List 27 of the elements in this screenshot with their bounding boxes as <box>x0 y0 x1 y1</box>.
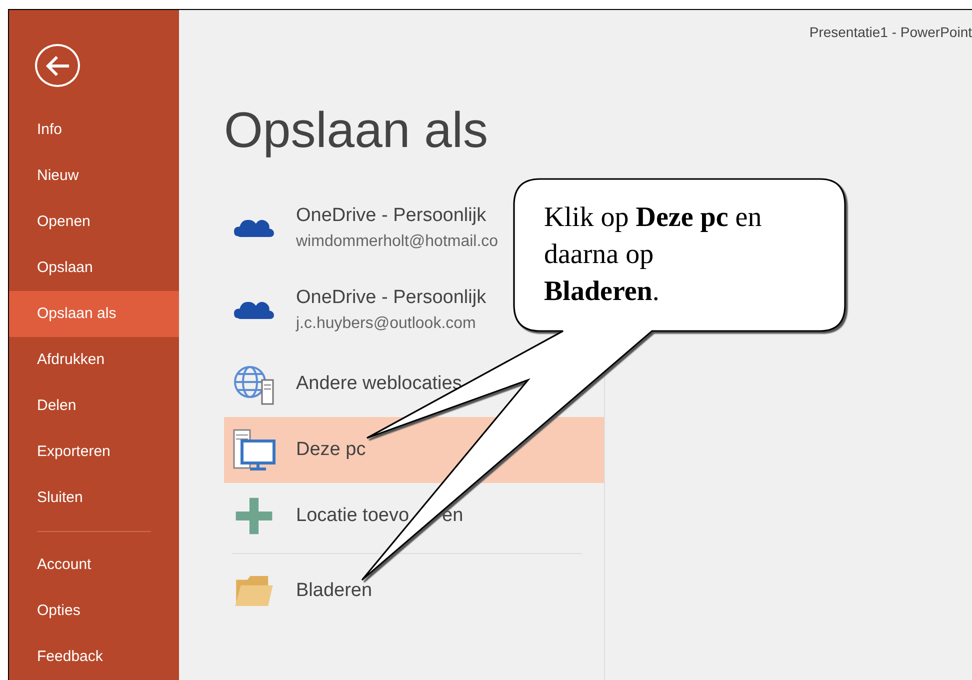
back-button[interactable] <box>35 44 80 88</box>
location-item[interactable]: OneDrive - Persoonlijk wimdommerholt@hotmail.co <box>224 187 506 269</box>
cloud-icon <box>232 218 276 238</box>
cloud-icon <box>232 300 276 320</box>
window-title: Presentatie1 - PowerPoint <box>809 23 972 42</box>
location-item[interactable]: Locatie toevo en <box>224 483 472 549</box>
menu-item[interactable]: Feedback <box>9 634 179 680</box>
menu-item[interactable]: Opslaan als <box>9 291 179 338</box>
page-title: Opslaan als <box>224 103 490 158</box>
plus-icon <box>234 496 274 536</box>
computer-icon <box>232 428 276 472</box>
menu-item[interactable]: Afdrukken <box>9 337 179 384</box>
callout-text: Klik op Deze pc en daarna op Bladeren. <box>544 201 763 309</box>
folder-icon <box>234 575 274 607</box>
menu-item[interactable]: Delen <box>9 383 179 430</box>
menu-item[interactable]: Opslaan <box>9 245 179 292</box>
menu-item[interactable]: Openen <box>9 199 179 246</box>
back-arrow-icon <box>44 54 70 77</box>
menu-item[interactable]: Sluiten <box>9 475 179 522</box>
location-item[interactable]: Andere weblocaties <box>224 351 470 417</box>
location-item[interactable]: OneDrive - Persoonlijk j.c.huybers@outlook.com <box>224 269 494 351</box>
location-item[interactable]: Bladeren <box>224 558 380 624</box>
menu-item[interactable]: Info <box>9 107 179 154</box>
menu-item[interactable]: Account <box>9 542 179 588</box>
menu-item[interactable]: Exporteren <box>9 429 179 476</box>
menu-item[interactable]: Nieuw <box>9 153 179 200</box>
menu-item[interactable]: Opties <box>9 588 179 634</box>
